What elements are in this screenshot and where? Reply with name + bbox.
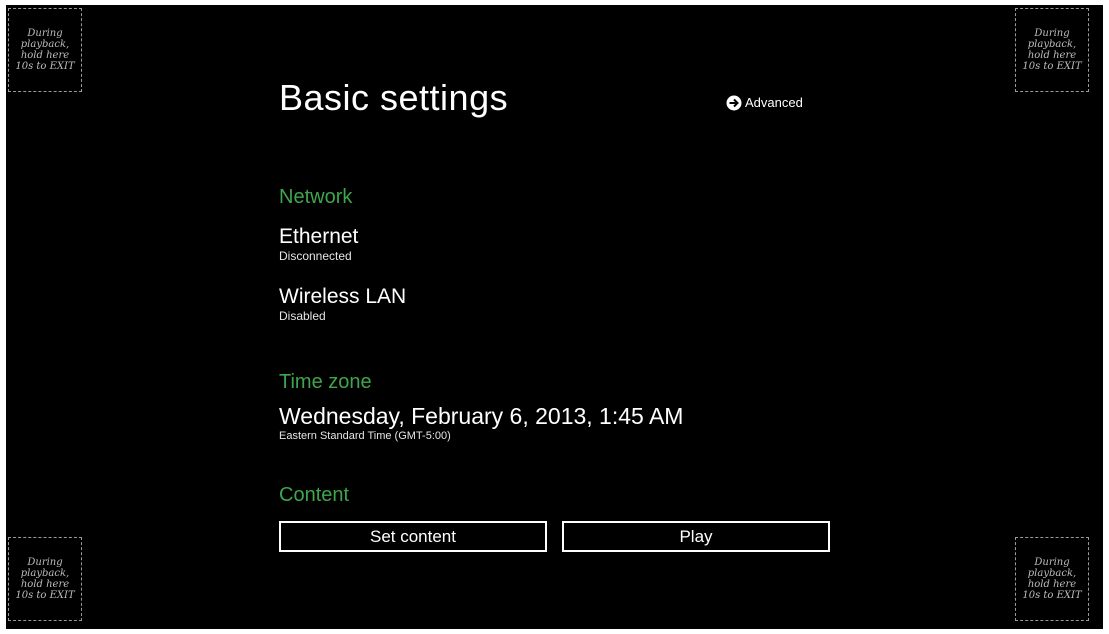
advanced-link[interactable]: Advanced (726, 95, 803, 111)
set-content-button[interactable]: Set content (279, 521, 547, 552)
page-title: Basic settings (279, 77, 509, 118)
exit-hint-text: During playback, hold here 10s to EXIT (1022, 557, 1082, 601)
play-button[interactable]: Play (562, 521, 830, 552)
wireless-lan-setting[interactable]: Wireless LAN Disabled (279, 285, 406, 323)
wireless-lan-title: Wireless LAN (279, 285, 407, 308)
current-datetime: Wednesday, February 6, 2013, 1:45 AM (279, 403, 684, 429)
section-header-time-zone: Time zone (279, 371, 372, 393)
time-zone-setting[interactable]: Wednesday, February 6, 2013, 1:45 AM Eas… (279, 403, 683, 443)
wireless-lan-status: Disabled (279, 309, 326, 323)
section-header-content: Content (279, 484, 350, 506)
ethernet-status: Disconnected (279, 249, 352, 263)
exit-hint-text: During playback, hold here 10s to EXIT (15, 28, 75, 72)
exit-hold-zone-bottom-right[interactable]: During playback, hold here 10s to EXIT (1015, 537, 1089, 621)
section-header-network: Network (279, 186, 353, 208)
exit-hold-zone-bottom-left[interactable]: During playback, hold here 10s to EXIT (8, 537, 82, 621)
ethernet-title: Ethernet (279, 225, 359, 248)
advanced-label: Advanced (745, 95, 803, 110)
ethernet-setting[interactable]: Ethernet Disconnected (279, 225, 358, 263)
exit-hint-text: During playback, hold here 10s to EXIT (1022, 28, 1082, 72)
settings-screen: During playback, hold here 10s to EXIT D… (6, 5, 1103, 629)
exit-hold-zone-top-left[interactable]: During playback, hold here 10s to EXIT (8, 8, 82, 92)
exit-hold-zone-top-right[interactable]: During playback, hold here 10s to EXIT (1015, 8, 1089, 92)
time-zone-name: Eastern Standard Time (GMT-5:00) (279, 430, 451, 442)
arrow-right-circle-icon (726, 95, 742, 111)
exit-hint-text: During playback, hold here 10s to EXIT (15, 557, 75, 601)
